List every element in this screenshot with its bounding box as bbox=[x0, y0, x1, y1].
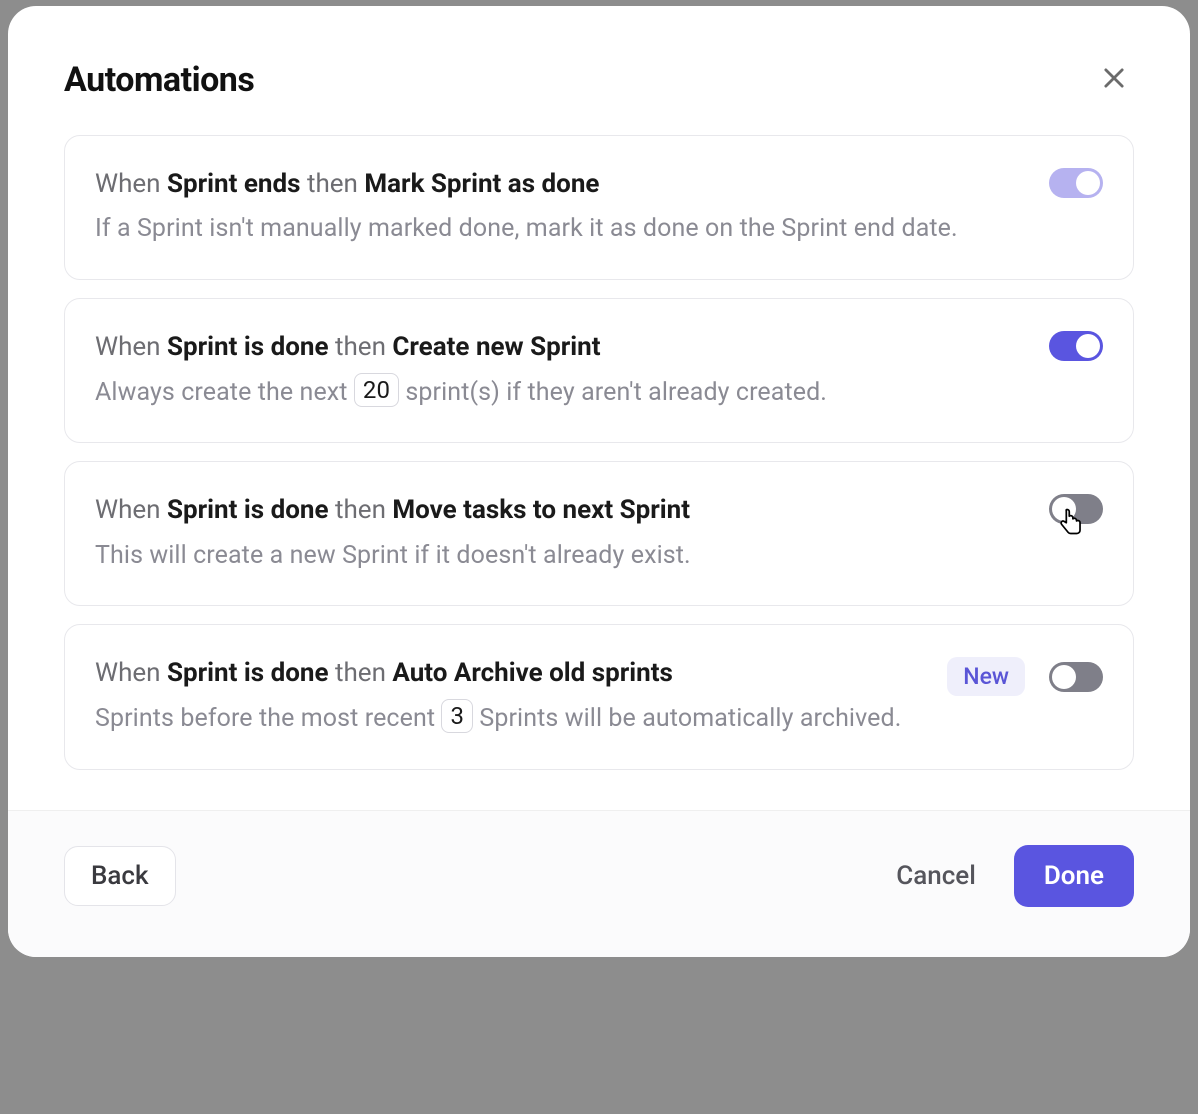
rule-title: When Sprint is done then Auto Archive ol… bbox=[95, 655, 923, 691]
rule-right: New bbox=[947, 655, 1103, 696]
rule-then-bold: Move tasks to next Sprint bbox=[392, 495, 690, 525]
rule-desc-text: If a Sprint isn't manually marked done, … bbox=[95, 214, 958, 243]
rule-main: When Sprint is done then Auto Archive ol… bbox=[95, 655, 923, 738]
cancel-button[interactable]: Cancel bbox=[892, 853, 980, 899]
modal-title: Automations bbox=[64, 60, 254, 100]
rule-then-prefix: then bbox=[335, 658, 386, 688]
rule-description: Sprints before the most recent 3 Sprints… bbox=[95, 700, 923, 739]
rule-desc-text: Sprints will be automatically archived. bbox=[479, 704, 901, 733]
modal-body: When Sprint ends then Mark Sprint as don… bbox=[8, 113, 1190, 810]
rule-card-auto-archive: When Sprint is done then Auto Archive ol… bbox=[64, 624, 1134, 769]
rule-then-bold: Auto Archive old sprints bbox=[392, 658, 673, 688]
rule-when-prefix: When bbox=[95, 169, 161, 199]
done-button[interactable]: Done bbox=[1014, 845, 1134, 907]
rule-desc-text: Always create the next bbox=[95, 378, 354, 407]
close-button[interactable] bbox=[1094, 58, 1134, 101]
toggle-knob bbox=[1076, 334, 1100, 358]
rule-main: When Sprint is done then Create new Spri… bbox=[95, 329, 1025, 412]
rule-then-prefix: then bbox=[335, 495, 386, 525]
rule-desc-text: sprint(s) if they aren't already created… bbox=[405, 378, 827, 407]
rule-when-prefix: When bbox=[95, 495, 161, 525]
rule-title: When Sprint ends then Mark Sprint as don… bbox=[95, 166, 1025, 202]
toggle-knob bbox=[1052, 665, 1076, 689]
rule-when-prefix: When bbox=[95, 332, 161, 362]
toggle-mark-done[interactable] bbox=[1049, 168, 1103, 198]
modal-footer: Back Cancel Done bbox=[8, 810, 1190, 957]
rule-main: When Sprint ends then Mark Sprint as don… bbox=[95, 166, 1025, 249]
close-icon bbox=[1100, 64, 1128, 95]
modal-header: Automations bbox=[8, 6, 1190, 113]
rule-right bbox=[1049, 166, 1103, 198]
toggle-auto-archive[interactable] bbox=[1049, 662, 1103, 692]
rule-card-move-tasks: When Sprint is done then Move tasks to n… bbox=[64, 461, 1134, 606]
rule-when-prefix: When bbox=[95, 658, 161, 688]
rule-description: Always create the next 20 sprint(s) if t… bbox=[95, 374, 1025, 413]
rule-when-bold: Sprint ends bbox=[167, 169, 300, 199]
rule-then-bold: Create new Sprint bbox=[392, 332, 600, 362]
automations-modal: Automations When Sprint ends then Mark S… bbox=[8, 6, 1190, 957]
rule-when-bold: Sprint is done bbox=[167, 332, 329, 362]
rule-desc-text: This will create a new Sprint if it does… bbox=[95, 541, 691, 570]
rule-right bbox=[1049, 329, 1103, 361]
toggle-move-tasks[interactable] bbox=[1049, 494, 1103, 524]
toggle-create-sprint[interactable] bbox=[1049, 331, 1103, 361]
rule-main: When Sprint is done then Move tasks to n… bbox=[95, 492, 1025, 575]
sprint-count-input[interactable]: 20 bbox=[354, 373, 399, 407]
rule-right bbox=[1049, 492, 1103, 524]
rule-when-bold: Sprint is done bbox=[167, 495, 329, 525]
footer-right: Cancel Done bbox=[892, 845, 1134, 907]
rule-then-bold: Mark Sprint as done bbox=[364, 169, 599, 199]
rule-title: When Sprint is done then Move tasks to n… bbox=[95, 492, 1025, 528]
toggle-knob bbox=[1052, 497, 1076, 521]
toggle-knob bbox=[1076, 171, 1100, 195]
rule-desc-text: Sprints before the most recent bbox=[95, 704, 441, 733]
rule-card-mark-done: When Sprint ends then Mark Sprint as don… bbox=[64, 135, 1134, 280]
rule-description: This will create a new Sprint if it does… bbox=[95, 537, 1025, 576]
archive-count-input[interactable]: 3 bbox=[441, 699, 473, 733]
rule-then-prefix: then bbox=[307, 169, 358, 199]
rule-then-prefix: then bbox=[335, 332, 386, 362]
rule-card-create-sprint: When Sprint is done then Create new Spri… bbox=[64, 298, 1134, 443]
rule-when-bold: Sprint is done bbox=[167, 658, 329, 688]
rule-description: If a Sprint isn't manually marked done, … bbox=[95, 210, 1025, 249]
rule-title: When Sprint is done then Create new Spri… bbox=[95, 329, 1025, 365]
back-button[interactable]: Back bbox=[64, 846, 176, 906]
new-badge: New bbox=[947, 657, 1025, 696]
